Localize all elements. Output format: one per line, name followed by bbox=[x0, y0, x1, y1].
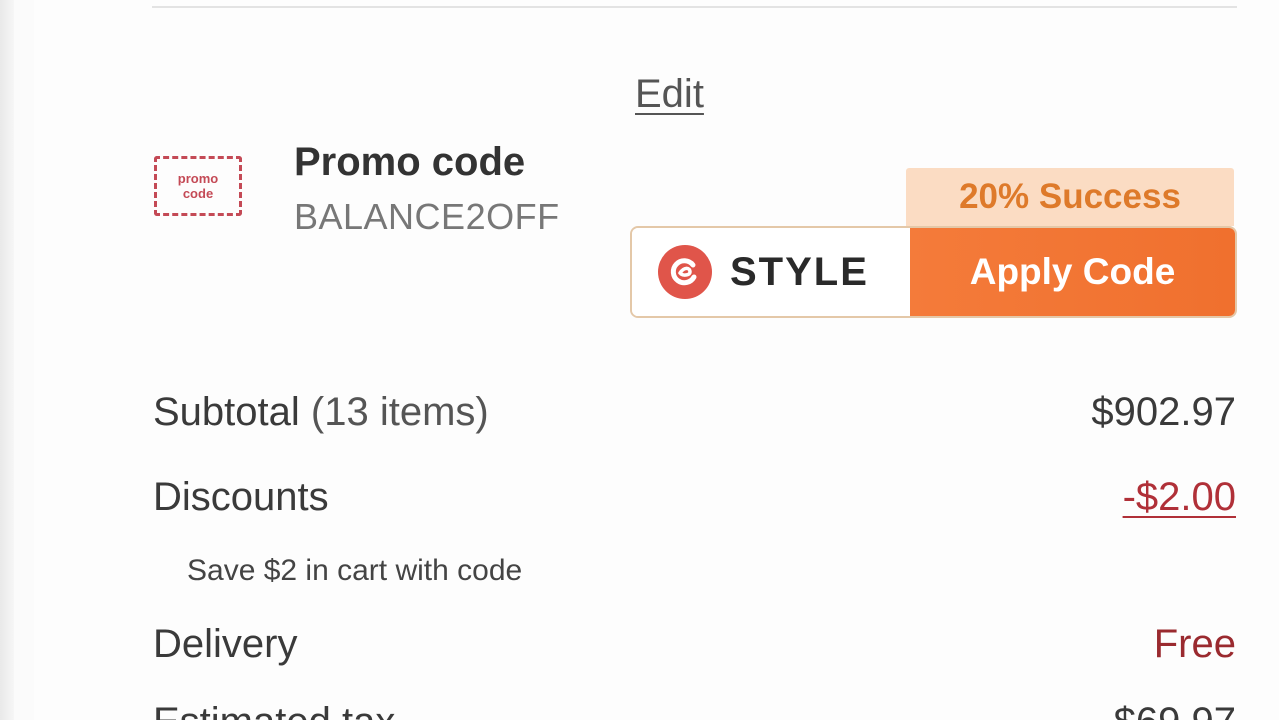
promo-icon-text-line2: code bbox=[182, 186, 214, 201]
section-divider bbox=[152, 6, 1237, 8]
apply-code-button[interactable]: Apply Code bbox=[910, 228, 1235, 316]
promo-code-title: Promo code bbox=[294, 140, 526, 184]
discounts-value-link[interactable]: -$2.00 bbox=[1123, 475, 1236, 520]
subtotal-row-label: Subtotal (13 items) bbox=[153, 390, 489, 435]
subtotal-item-count: (13 items) bbox=[310, 390, 489, 434]
discount-note: Save $2 in cart with code bbox=[187, 554, 523, 587]
estimated-tax-label: Estimated tax bbox=[153, 700, 395, 720]
subtotal-value: $902.97 bbox=[1091, 390, 1236, 434]
brand-name: STYLE bbox=[730, 249, 869, 294]
left-panel-gutter bbox=[14, 0, 34, 720]
edit-link[interactable]: Edit bbox=[635, 72, 704, 117]
left-panel-edge bbox=[0, 0, 14, 720]
coupon-brand: STYLE bbox=[632, 228, 910, 316]
discounts-label: Discounts bbox=[153, 475, 329, 519]
delivery-value: Free bbox=[1153, 622, 1236, 666]
order-summary-page: Edit promo code Promo code BALANCE2OFF 2… bbox=[0, 0, 1279, 720]
coupon-apply-widget: STYLE Apply Code bbox=[630, 226, 1237, 318]
promo-icon-text-line1: promo bbox=[177, 171, 219, 186]
estimated-tax-value: $69.97 bbox=[1114, 700, 1236, 720]
delivery-label: Delivery bbox=[153, 622, 298, 666]
brand-logo-icon bbox=[658, 245, 712, 299]
promo-code-value: BALANCE2OFF bbox=[294, 196, 560, 237]
success-rate-badge: 20% Success bbox=[906, 168, 1234, 226]
subtotal-label: Subtotal bbox=[153, 390, 300, 434]
promo-code-icon: promo code bbox=[154, 156, 242, 216]
